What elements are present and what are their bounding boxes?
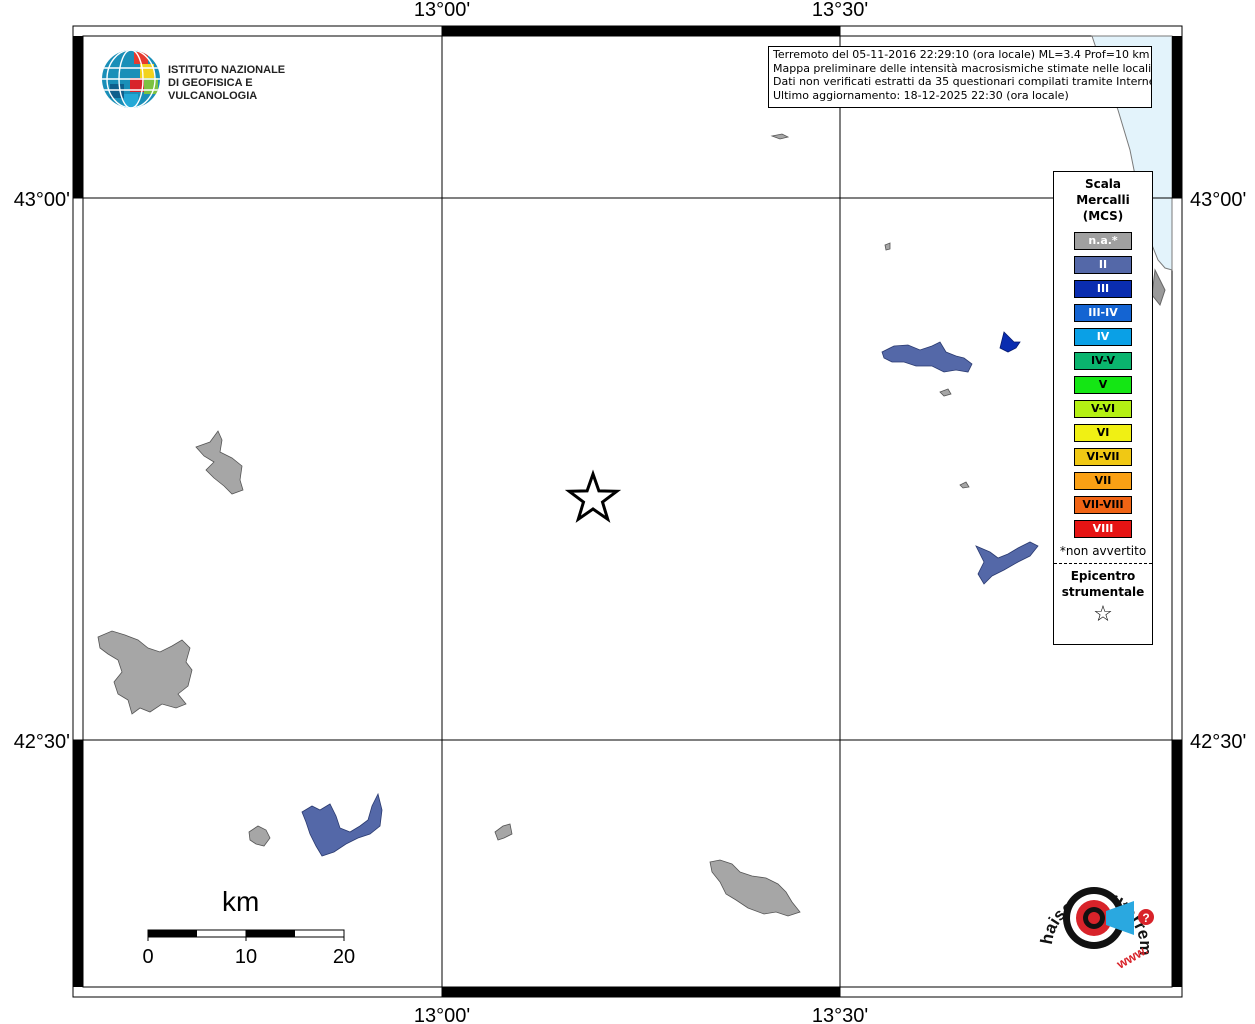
right-tick-label-2: 42°30' [1190,731,1246,753]
legend-swatch-vii-viii: VII-VIII [1074,496,1132,514]
earthquake-info-box: Terremoto del 05-11-2016 22:29:10 (ora l… [768,46,1152,108]
scale-label-20: 20 [333,946,355,968]
right-tick-label-1: 43°00' [1190,189,1246,211]
info-line-event: Terremoto del 05-11-2016 22:29:10 (ora l… [773,48,1150,61]
legend-class-list: n.a.* II III III-IV IV IV-V V V-VI VI VI-VII VII VI… [1054,232,1152,538]
legend-separator [1054,563,1152,564]
scale-bar-unit: km [222,886,260,917]
legend-swatch-v-vi: V-VI [1074,400,1132,418]
bottom-tick-label-1: 13°00' [414,1005,470,1024]
scale-label-0: 0 [142,946,153,968]
legend-swatch-iii: III [1074,280,1132,298]
top-tick-label-2: 13°30' [812,0,868,21]
legend-swatch-vi-vii: VI-VII [1074,448,1132,466]
mcs-legend: Scala Mercalli (MCS) n.a.* II III III-IV IV I… [1053,171,1153,645]
legend-swatch-iv-v: IV-V [1074,352,1132,370]
legend-swatch-v: V [1074,376,1132,394]
legend-epicenter-line1: Epicentro [1070,569,1136,583]
ingv-globe-icon [102,50,160,108]
legend-title: Scala Mercalli (MCS) [1054,176,1152,224]
legend-title-line1: Scala [1084,177,1122,191]
legend-epicenter-label: Epicentro strumentale [1054,568,1152,600]
map-inner-frame [82,35,1173,988]
left-tick-label-2: 42°30' [14,731,70,753]
legend-epicenter-line2: strumentale [1061,585,1145,599]
info-line-map: Mappa preliminare delle intensità macros… [773,61,1152,75]
legend-title-line2: Mercalli [1076,193,1130,207]
top-tick-label-1: 13°00' [414,0,470,21]
legend-swatch-n-a: n.a.* [1074,232,1132,250]
legend-swatch-vii: VII [1074,472,1132,490]
ingv-logo-text: ISTITUTO NAZIONALE DI GEOFISICA E VULCAN… [168,64,320,103]
info-line-data: Dati non verificati estratti da 35 quest… [773,75,1152,88]
legend-swatch-ii: II [1074,256,1132,274]
left-tick-label-1: 43°00' [14,189,70,211]
legend-swatch-iv: IV [1074,328,1132,346]
ingv-logo: ISTITUTO NAZIONALE DI GEOFISICA E VULCAN… [100,48,320,112]
bottom-tick-label-2: 13°30' [812,1005,868,1024]
legend-title-line3: (MCS) [1082,209,1124,223]
legend-swatch-vi: VI [1074,424,1132,442]
legend-swatch-iii-iv: III-IV [1074,304,1132,322]
svg-text:?: ? [1142,911,1149,925]
legend-star-icon: ☆ [1093,602,1113,627]
legend-swatch-viii: VIII [1074,520,1132,538]
ingv-logo-line2: DI GEOFISICA E VULCANOLOGIA [168,77,258,102]
info-line-update: Ultimo aggiornamento: 18-12-2025 22:30 (… [773,88,1069,102]
site-logo-prefix: www. [1113,942,1150,972]
ingv-logo-line1: ISTITUTO NAZIONALE [168,64,286,76]
legend-note: *non avvertito [1059,544,1147,558]
scale-label-10: 10 [235,946,257,968]
haisentitoilterremoto-logo: haisentitoilterremoto.it ? www. [1030,855,1155,972]
